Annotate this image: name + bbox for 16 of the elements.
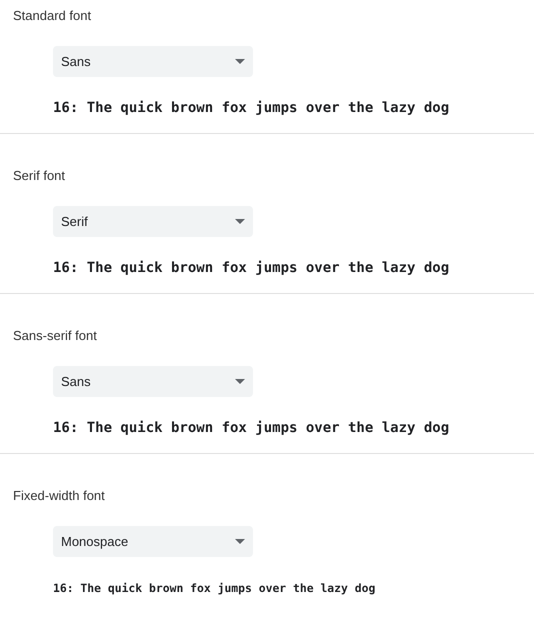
section-label: Serif font <box>13 168 66 184</box>
caret-icon <box>235 219 245 224</box>
caret-icon <box>235 379 245 384</box>
font-dropdown[interactable]: Serif <box>53 206 253 237</box>
section-label: Fixed-width font <box>13 488 106 504</box>
font-sample: 16: The quick brown fox jumps over the lazy dog <box>53 419 450 437</box>
font-dropdown[interactable]: Monospace <box>53 526 253 557</box>
caret-icon <box>235 59 245 64</box>
font-sample: 16: The quick brown fox jumps over the lazy dog <box>53 99 450 117</box>
section-label: Standard font <box>13 8 92 24</box>
font-sample: 16: The quick brown fox jumps over the lazy dog <box>53 259 450 277</box>
caret-icon <box>235 539 245 544</box>
font-dropdown[interactable]: Sans <box>53 46 253 77</box>
section-label: Sans-serif font <box>13 328 98 344</box>
font-sample: 16: The quick brown fox jumps over the lazy dog <box>53 580 376 597</box>
font-dropdown[interactable]: Sans <box>53 366 253 397</box>
